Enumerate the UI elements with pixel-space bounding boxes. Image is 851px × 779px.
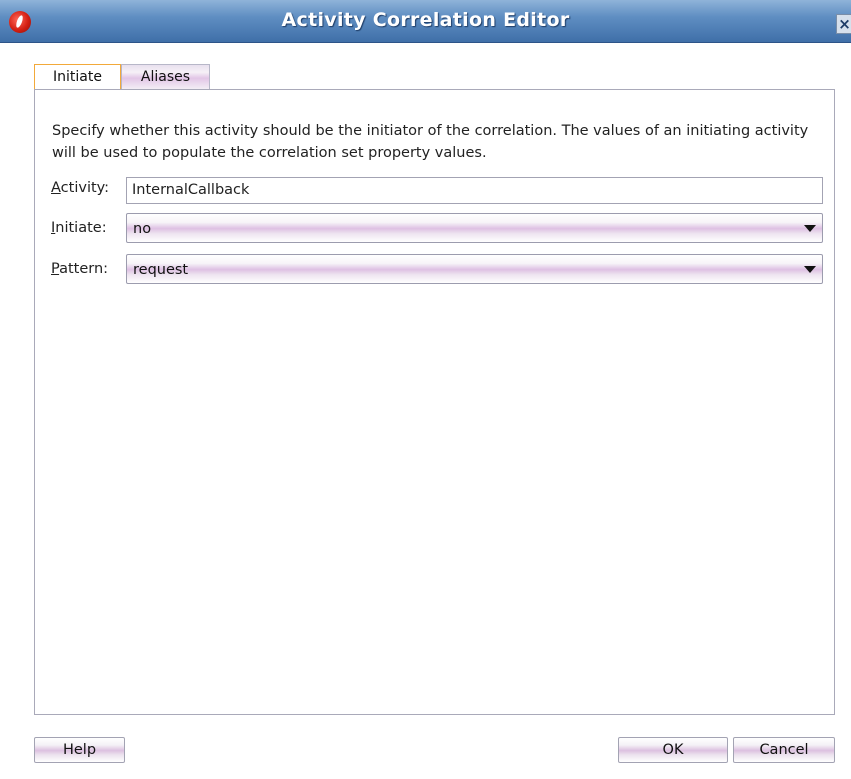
chevron-down-icon [804,266,816,273]
title-bar[interactable]: Activity Correlation Editor × [0,0,851,43]
panel-description: Specify whether this activity should be … [52,123,809,161]
help-button[interactable]: Help [34,737,125,763]
activity-label: Activity: [51,180,109,196]
chevron-down-icon [804,225,816,232]
cancel-button[interactable]: Cancel [733,737,835,763]
initiate-label: Initiate: [51,220,107,236]
activity-field[interactable]: InternalCallback [126,177,823,204]
pattern-label-text: attern: [59,261,109,277]
activity-label-mnemonic: A [51,180,61,196]
ok-button[interactable]: OK [618,737,728,763]
activity-label-text: ctivity: [60,180,110,196]
pattern-select[interactable]: request [126,254,823,284]
close-button[interactable]: × [836,14,851,34]
initiate-label-text: nitiate: [55,220,107,236]
initiate-select[interactable]: no [126,213,823,243]
pattern-label: Pattern: [51,261,108,277]
window-title: Activity Correlation Editor [281,9,570,31]
initiate-select-value: no [133,221,152,237]
activity-correlation-editor-dialog: Activity Correlation Editor × Initiate A… [0,0,851,779]
tab-initiate[interactable]: Initiate [34,64,121,89]
tab-aliases[interactable]: Aliases [121,64,210,89]
pattern-select-value: request [133,262,189,278]
pattern-label-mnemonic: P [51,261,60,277]
